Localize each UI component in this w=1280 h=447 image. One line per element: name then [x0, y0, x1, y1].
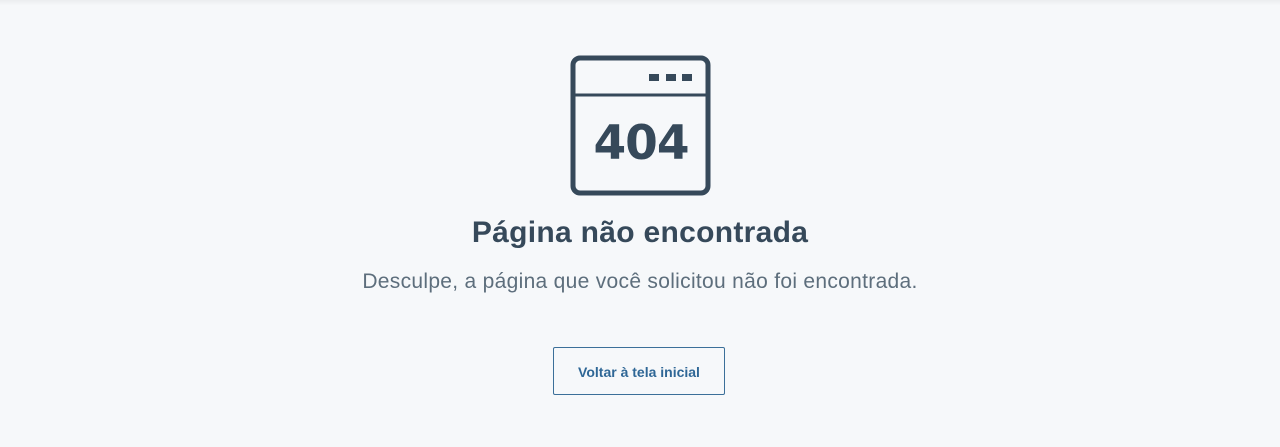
back-to-home-button[interactable]: Voltar à tela inicial: [553, 347, 725, 395]
browser-404-icon: 404: [570, 55, 711, 196]
error-code-text: 404: [593, 116, 688, 171]
page-subtitle: Desculpe, a página que você solicitou nã…: [362, 270, 918, 293]
window-dot: [682, 74, 692, 81]
not-found-page: 404 Página não encontrada Desculpe, a pá…: [0, 0, 1280, 447]
page-title: Página não encontrada: [471, 216, 809, 249]
window-dot: [666, 74, 676, 81]
window-dot: [649, 74, 659, 81]
